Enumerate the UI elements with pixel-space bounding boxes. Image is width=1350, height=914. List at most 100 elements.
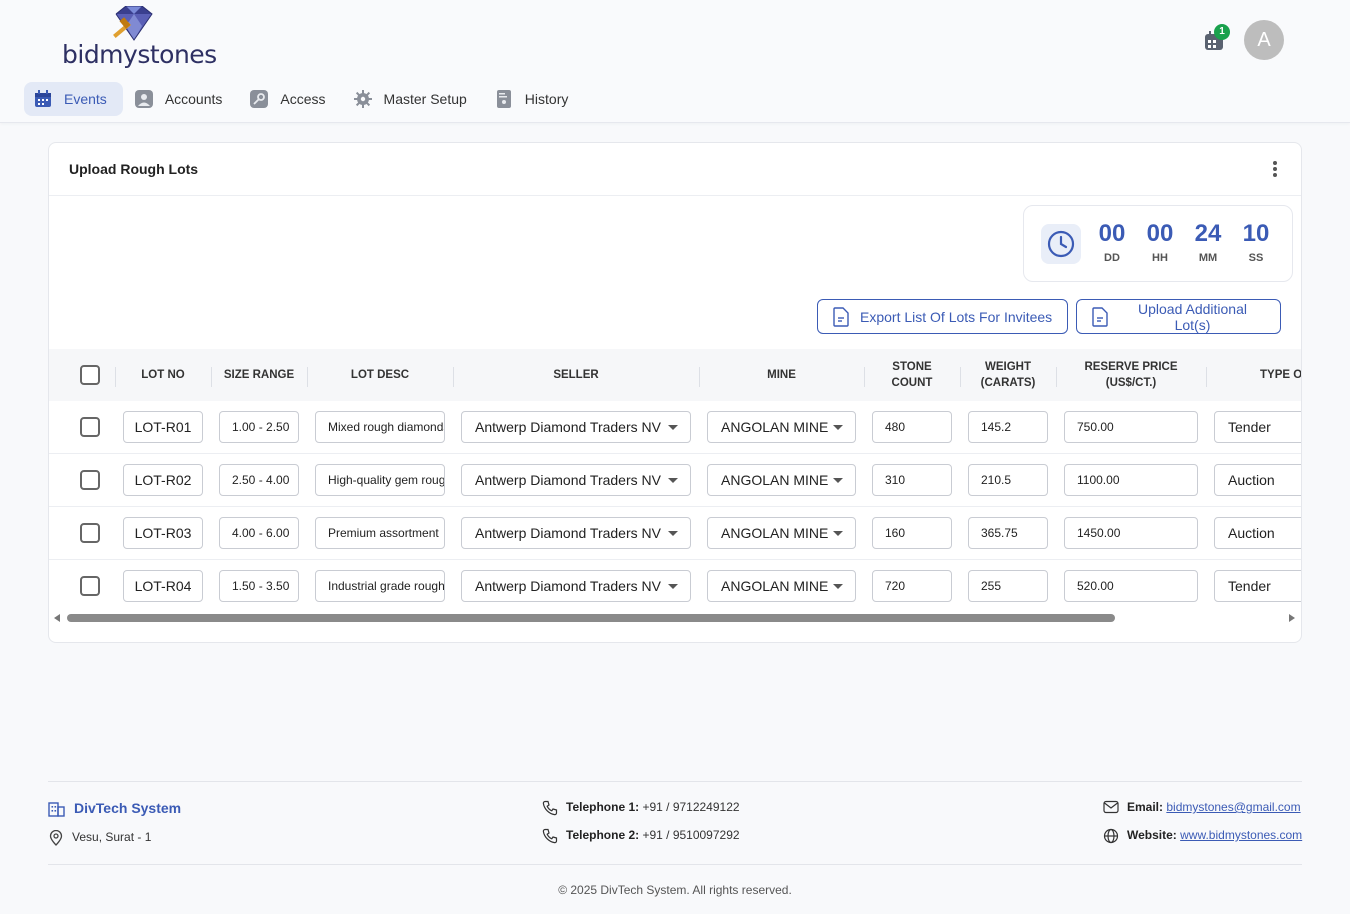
- lot-no-input[interactable]: LOT-R02: [123, 464, 203, 496]
- table-row: LOT-R04 1.50 - 3.50 Industrial grade rou…: [49, 560, 1301, 602]
- row-checkbox[interactable]: [80, 576, 100, 596]
- card-title: Upload Rough Lots: [69, 161, 199, 177]
- seller-select[interactable]: Antwerp Diamond Traders NV: [461, 411, 691, 443]
- header-type: TYPE O: [1260, 369, 1301, 381]
- email-link[interactable]: bidmystones@gmail.com: [1166, 800, 1300, 814]
- lot-desc-input[interactable]: Industrial grade rough: [315, 570, 445, 602]
- table-row: LOT-R02 2.50 - 4.00 High-quality gem rou…: [49, 454, 1301, 507]
- reserve-price-input[interactable]: 1450.00: [1064, 517, 1198, 549]
- type-select[interactable]: Auction: [1214, 464, 1301, 496]
- footer-divider: [48, 864, 1302, 865]
- lot-no-input[interactable]: LOT-R01: [123, 411, 203, 443]
- gear-icon: [353, 90, 372, 108]
- notification-button[interactable]: 1: [1200, 24, 1230, 54]
- mine-select[interactable]: ANGOLAN MINE: [707, 570, 856, 602]
- chevron-down-icon: [833, 478, 843, 483]
- chevron-down-icon: [668, 478, 678, 483]
- lot-no-input[interactable]: LOT-R03: [123, 517, 203, 549]
- telephone-1: Telephone 1: +91 / 9712249122: [566, 800, 740, 814]
- chevron-down-icon: [833, 531, 843, 536]
- card-divider: [49, 195, 1301, 196]
- scroll-left-arrow-icon[interactable]: [54, 614, 60, 622]
- timer-minutes-value: 24: [1194, 220, 1222, 247]
- header-mine: MINE: [767, 369, 796, 381]
- weight-input[interactable]: 365.75: [968, 517, 1048, 549]
- row-checkbox[interactable]: [80, 417, 100, 437]
- type-select[interactable]: Tender: [1214, 570, 1301, 602]
- weight-input[interactable]: 255: [968, 570, 1048, 602]
- lot-desc-input[interactable]: Mixed rough diamonds: [315, 411, 445, 443]
- size-range-input[interactable]: 1.50 - 3.50: [219, 570, 299, 602]
- nav-label: Master Setup: [383, 91, 467, 107]
- user-avatar[interactable]: A: [1244, 20, 1284, 60]
- nav-label: Access: [280, 91, 326, 107]
- horizontal-scrollbar[interactable]: [49, 612, 1301, 626]
- row-checkbox[interactable]: [80, 470, 100, 490]
- reserve-price-input[interactable]: 750.00: [1064, 411, 1198, 443]
- countdown-timer: 00 DD 00 HH 24 MM 10 SS: [1023, 205, 1293, 282]
- timer-minutes-label: MM: [1198, 252, 1218, 264]
- type-select[interactable]: Auction: [1214, 517, 1301, 549]
- footer-divider: [48, 781, 1302, 782]
- select-all-checkbox[interactable]: [80, 365, 100, 385]
- phone-icon: [542, 800, 558, 816]
- weight-input[interactable]: 210.5: [968, 464, 1048, 496]
- nav-item-master-setup[interactable]: Master Setup: [344, 82, 483, 116]
- account-icon: [134, 90, 153, 108]
- location-pin-icon: [49, 830, 63, 846]
- stone-count-input[interactable]: 720: [872, 570, 952, 602]
- mine-select[interactable]: ANGOLAN MINE: [707, 411, 856, 443]
- key-icon: [250, 90, 269, 108]
- chevron-down-icon: [833, 425, 843, 430]
- lot-desc-input[interactable]: High-quality gem rough: [315, 464, 445, 496]
- size-range-input[interactable]: 4.00 - 6.00: [219, 517, 299, 549]
- scroll-right-arrow-icon[interactable]: [1289, 614, 1295, 622]
- reserve-price-input[interactable]: 520.00: [1064, 570, 1198, 602]
- header-size-range: SIZE RANGE: [223, 369, 295, 381]
- reserve-price-input[interactable]: 1100.00: [1064, 464, 1198, 496]
- timer-hours-label: HH: [1152, 252, 1168, 264]
- lot-no-input[interactable]: LOT-R04: [123, 570, 203, 602]
- nav-label: History: [524, 91, 569, 107]
- seller-select[interactable]: Antwerp Diamond Traders NV: [461, 570, 691, 602]
- nav-item-accounts[interactable]: Accounts: [125, 82, 239, 116]
- mail-icon: [1103, 800, 1119, 814]
- stone-count-input[interactable]: 160: [872, 517, 952, 549]
- mine-select[interactable]: ANGOLAN MINE: [707, 517, 856, 549]
- export-lots-button[interactable]: Export List Of Lots For Invitees: [817, 299, 1068, 334]
- lot-desc-input[interactable]: Premium assortment: [315, 517, 445, 549]
- timer-days: 00 DD: [1092, 220, 1132, 264]
- website-link[interactable]: www.bidmystones.com: [1180, 828, 1302, 842]
- logo-text: bidmystones: [62, 40, 217, 69]
- header-stone-count: STONE COUNT: [891, 361, 933, 389]
- stone-count-input[interactable]: 480: [872, 411, 952, 443]
- weight-input[interactable]: 145.2: [968, 411, 1048, 443]
- mine-select[interactable]: ANGOLAN MINE: [707, 464, 856, 496]
- upload-additional-lots-label: Upload Additional Lot(s): [1138, 300, 1247, 333]
- company-name: DivTech System: [74, 800, 182, 816]
- export-lots-label: Export List Of Lots For Invitees: [860, 308, 1053, 325]
- seller-select[interactable]: Antwerp Diamond Traders NV: [461, 464, 691, 496]
- stone-count-input[interactable]: 310: [872, 464, 952, 496]
- row-checkbox[interactable]: [80, 523, 100, 543]
- header-reserve-price: RESERVE PRICE (US$/CT.): [1084, 361, 1178, 389]
- nav-item-history[interactable]: History: [485, 82, 585, 116]
- main-nav: Events Accounts Access Master Setup Hist…: [24, 82, 586, 116]
- copyright-text: © 2025 DivTech System. All rights reserv…: [558, 883, 792, 897]
- bidmystones-logo[interactable]: bidmystones: [62, 6, 217, 69]
- seller-select[interactable]: Antwerp Diamond Traders NV: [461, 517, 691, 549]
- nav-item-access[interactable]: Access: [240, 82, 341, 116]
- type-select[interactable]: Tender: [1214, 411, 1301, 443]
- more-options-icon[interactable]: [1265, 159, 1285, 181]
- header-lot-desc: LOT DESC: [350, 369, 410, 381]
- nav-item-events[interactable]: Events: [24, 82, 123, 116]
- document-icon: [1091, 306, 1109, 327]
- size-range-input[interactable]: 1.00 - 2.50: [219, 411, 299, 443]
- lots-table: LOT NO SIZE RANGE LOT DESC SELLER MINE S…: [49, 349, 1301, 602]
- upload-additional-lots-button[interactable]: Upload Additional Lot(s): [1076, 299, 1281, 334]
- timer-hours-value: 00: [1146, 220, 1174, 247]
- nav-label: Events: [64, 91, 107, 107]
- scrollbar-thumb[interactable]: [67, 614, 1115, 622]
- history-icon: [495, 90, 513, 108]
- size-range-input[interactable]: 2.50 - 4.00: [219, 464, 299, 496]
